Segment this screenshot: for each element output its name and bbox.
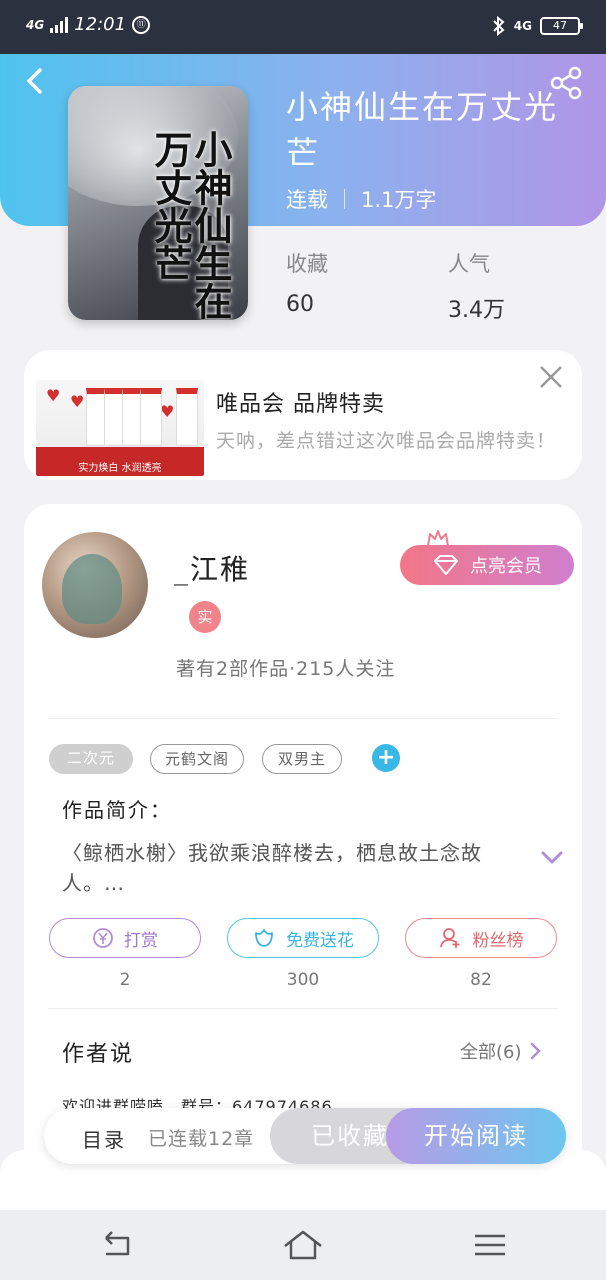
- divider: [48, 718, 558, 719]
- stat-favorites: 收藏 60: [286, 252, 328, 317]
- ad-image: ♥ ♥ ♥ ♥ 实力焕白 水润透亮: [36, 380, 204, 476]
- avatar[interactable]: [42, 532, 148, 638]
- system-nav-bar: [0, 1210, 606, 1280]
- author-says-all-link[interactable]: 全部(6): [460, 1038, 542, 1064]
- ad-description: 天呐，差点错过这次唯品会品牌特卖！: [216, 430, 557, 452]
- network-label: 4G: [26, 17, 45, 32]
- cover-title-art: 小神仙生在万丈光芒: [148, 130, 233, 320]
- ad-banner[interactable]: ♥ ♥ ♥ ♥ 实力焕白 水润透亮 唯品会 品牌特卖 天呐，差点错过这次唯品会品…: [24, 350, 582, 480]
- back-arrow-icon[interactable]: [22, 66, 48, 96]
- coin-icon: [93, 928, 113, 948]
- flower-icon: [255, 929, 273, 947]
- vip-button[interactable]: 点亮会员: [400, 545, 574, 585]
- nav-back-icon[interactable]: [98, 1228, 138, 1262]
- ad-image-caption: 实力焕白 水润透亮: [78, 463, 162, 474]
- nav-home-icon[interactable]: [283, 1228, 323, 1262]
- stat-popularity: 人气 3.4万: [448, 252, 505, 323]
- send-flower-button[interactable]: 免费送花: [227, 918, 379, 958]
- author-meta: 著有2部作品·215人关注: [176, 658, 396, 680]
- divider: [48, 1008, 558, 1009]
- chapter-count[interactable]: 已连载12章: [148, 1124, 254, 1151]
- intro-label: 作品简介：: [62, 798, 172, 822]
- author-name[interactable]: _江稚: [174, 548, 250, 588]
- serial-status: 连载: [286, 188, 328, 212]
- tag-chip[interactable]: 二次元: [49, 744, 133, 774]
- word-count: 1.1万字: [361, 188, 437, 212]
- author-card: _江稚 实 著有2部作品·215人关注 点亮会员 二次元 元鹤文阁 双男主 + …: [24, 504, 582, 1204]
- notification-count-icon: ⑪: [132, 15, 151, 34]
- intro-text[interactable]: 〈鲸栖水榭〉我欲乘浪醉楼去，栖息故土念故人。…: [62, 838, 532, 898]
- diamond-icon: [434, 555, 458, 575]
- clock: 12:01: [74, 14, 127, 35]
- flower-count: 300: [286, 970, 320, 990]
- fans-icon: [439, 928, 459, 948]
- reward-button[interactable]: 打赏: [49, 918, 201, 958]
- chevron-right-icon: [530, 1042, 541, 1060]
- verified-badge: 实: [189, 601, 221, 633]
- book-status: 连载 1.1万字: [286, 184, 436, 214]
- book-cover[interactable]: 小神仙生在万丈光芒: [68, 86, 248, 320]
- toc-button[interactable]: 目录: [82, 1124, 126, 1153]
- bluetooth-icon: [493, 16, 505, 36]
- tag-chip[interactable]: 双男主: [262, 744, 342, 774]
- book-title: 小神仙生在万丈光芒: [286, 88, 559, 172]
- start-reading-button[interactable]: 开始阅读: [386, 1108, 566, 1164]
- status-bar: 4G 12:01 ⑪ 4G 47: [0, 0, 606, 54]
- ad-title: 唯品会 品牌特卖: [216, 392, 385, 417]
- nav-menu-icon[interactable]: [470, 1228, 510, 1262]
- fans-count: 82: [470, 970, 492, 990]
- network-label-right: 4G: [513, 19, 532, 33]
- chevron-down-icon[interactable]: [540, 848, 564, 866]
- add-tag-button[interactable]: +: [372, 744, 400, 772]
- signal-icon: [50, 16, 69, 33]
- fan-ranking-button[interactable]: 粉丝榜: [405, 918, 557, 958]
- reward-count: 2: [119, 970, 131, 990]
- author-says-label: 作者说: [62, 1042, 135, 1067]
- battery-icon: 47: [540, 17, 583, 35]
- tag-chip[interactable]: 元鹤文阁: [150, 744, 244, 774]
- close-icon[interactable]: [538, 364, 564, 390]
- bottom-action-bar: 目录 已连载12章 已收藏 开始阅读: [44, 1108, 566, 1164]
